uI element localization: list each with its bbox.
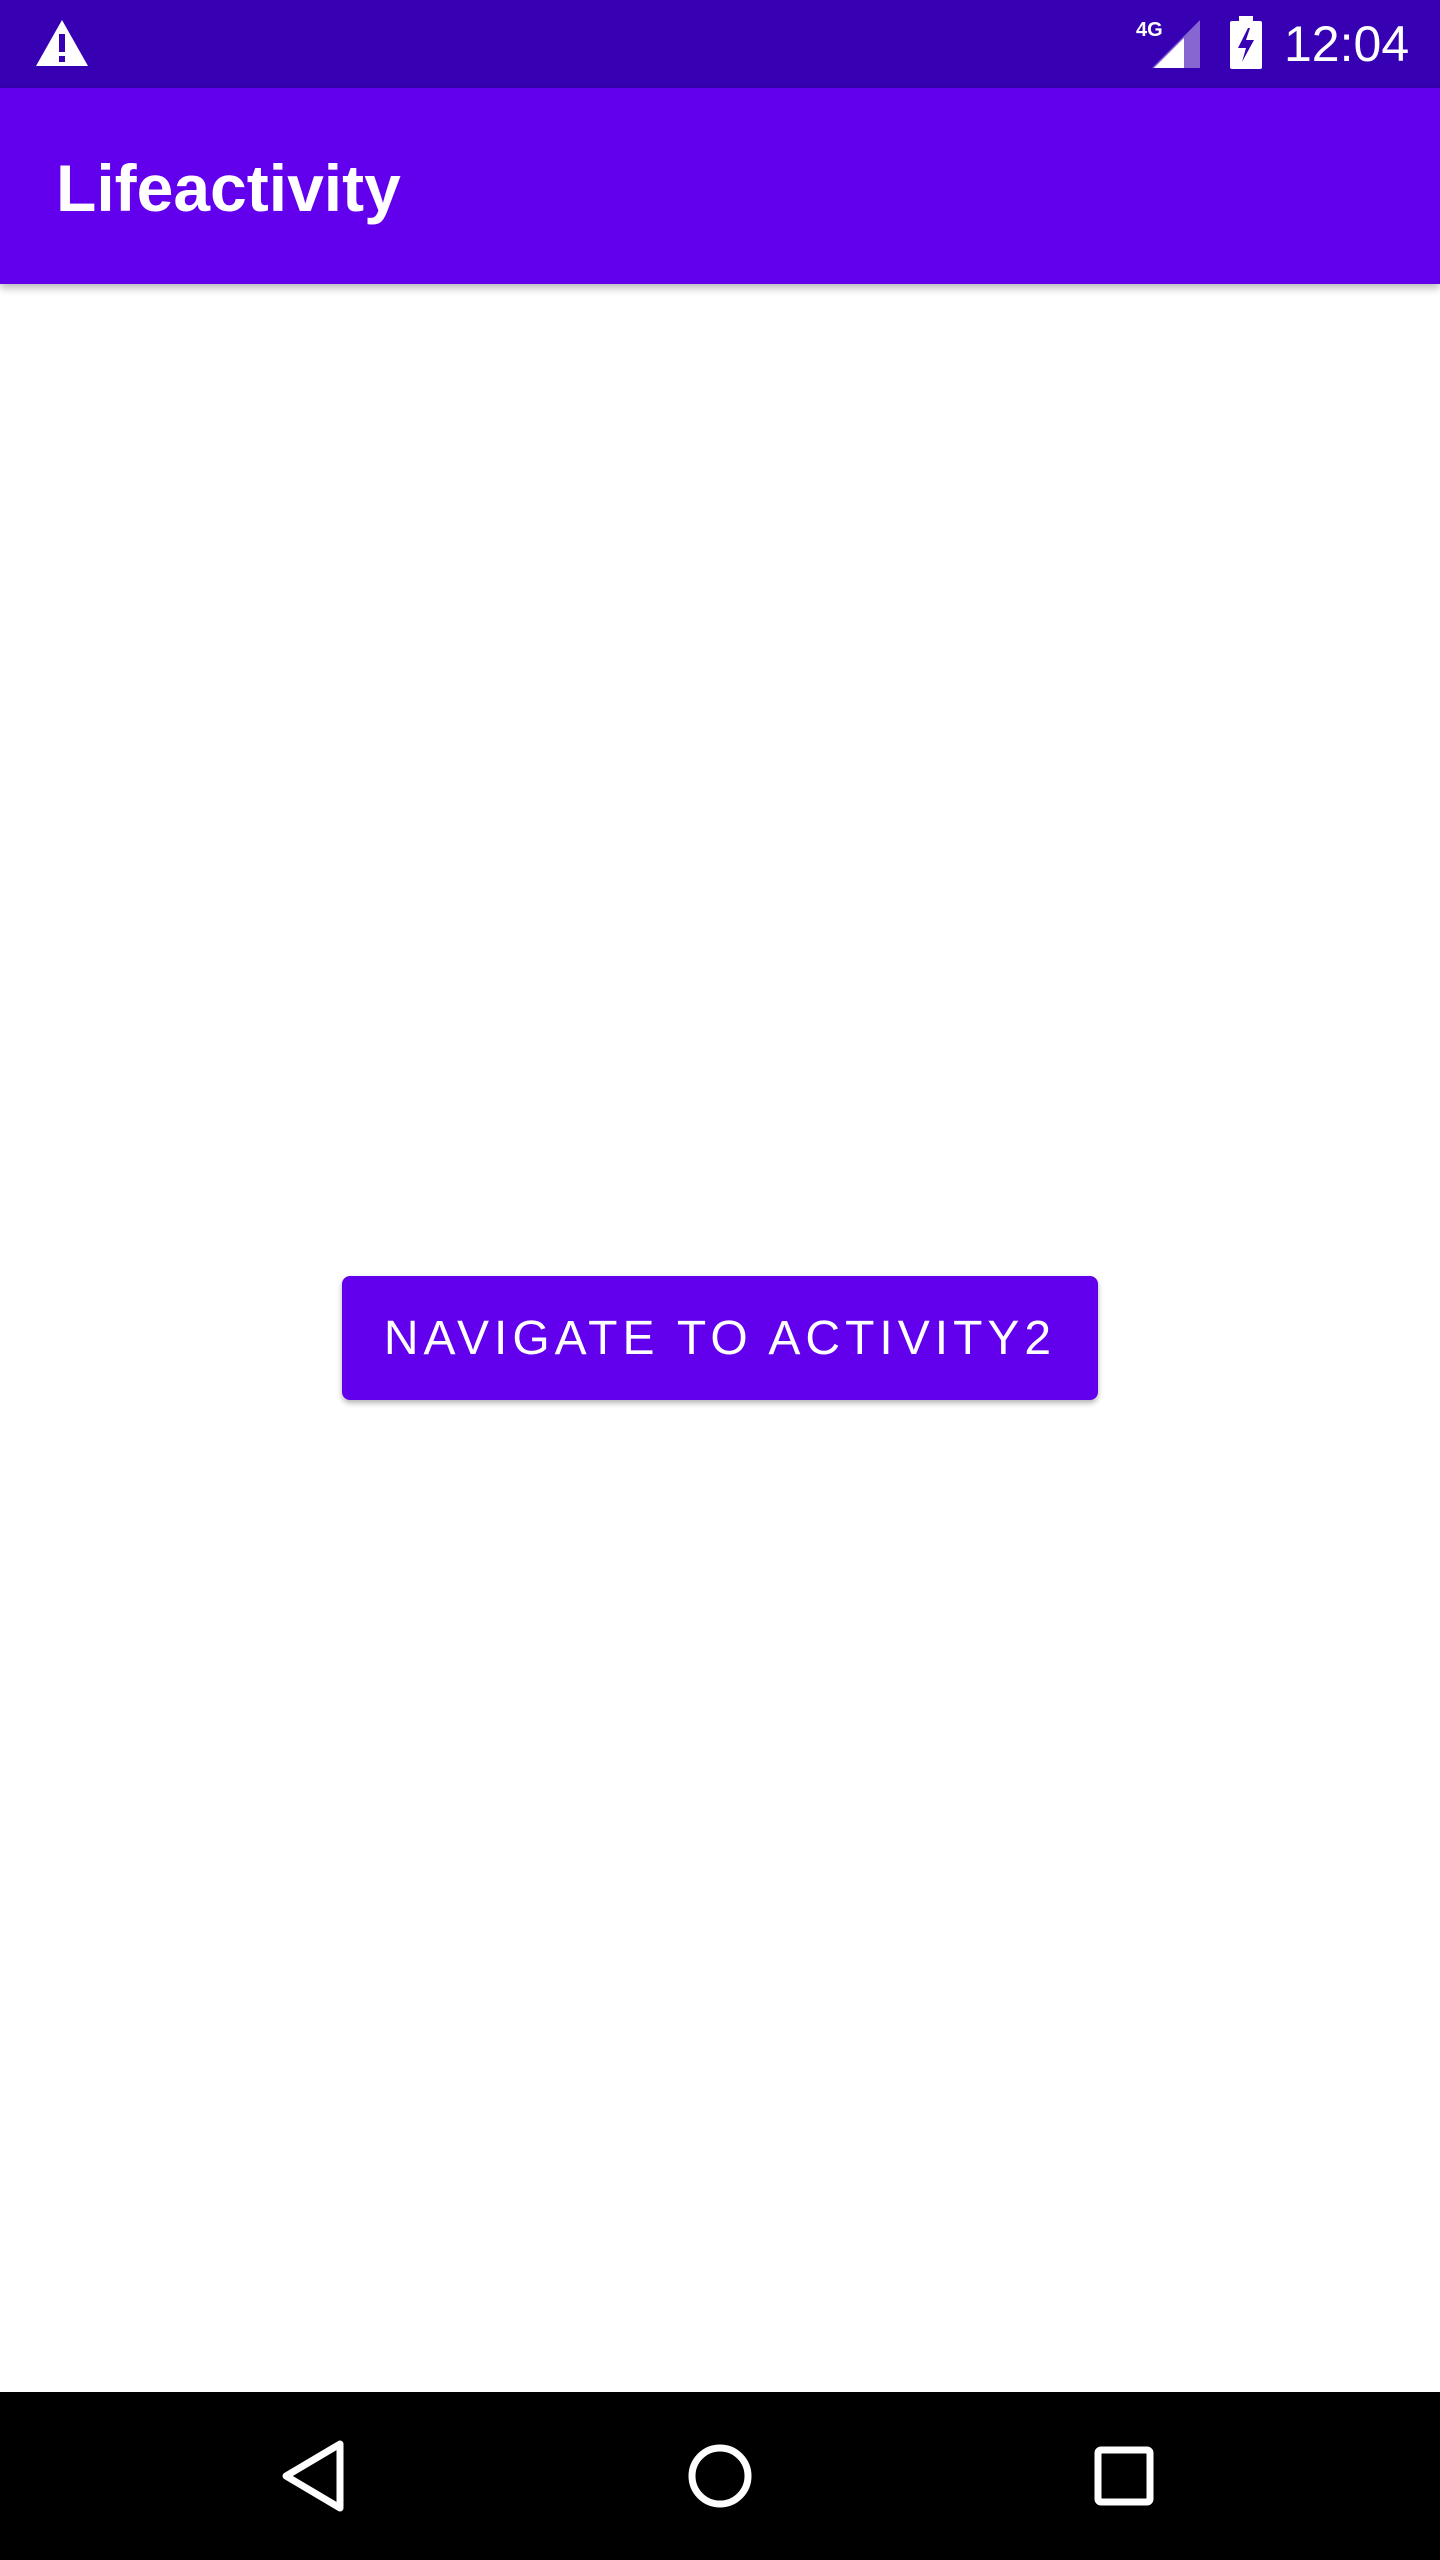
app-title: Lifeactivity <box>56 151 401 225</box>
status-clock: 12:04 <box>1284 16 1410 72</box>
app-bar: Lifeactivity <box>0 88 1440 284</box>
battery-charging-icon <box>1230 16 1262 69</box>
network-type-label: 4G <box>1136 19 1163 41</box>
home-icon[interactable] <box>676 2432 764 2520</box>
status-bar: 4G 12:04 <box>0 0 1440 88</box>
cellular-signal-icon: 4G <box>1136 19 1200 68</box>
recents-icon[interactable] <box>1080 2432 1168 2520</box>
warning-icon <box>36 20 88 66</box>
back-icon[interactable] <box>272 2432 360 2520</box>
system-navigation-bar <box>0 2392 1440 2560</box>
navigate-to-activity2-button[interactable]: NAVIGATE TO ACTIVITY2 <box>342 1276 1098 1400</box>
